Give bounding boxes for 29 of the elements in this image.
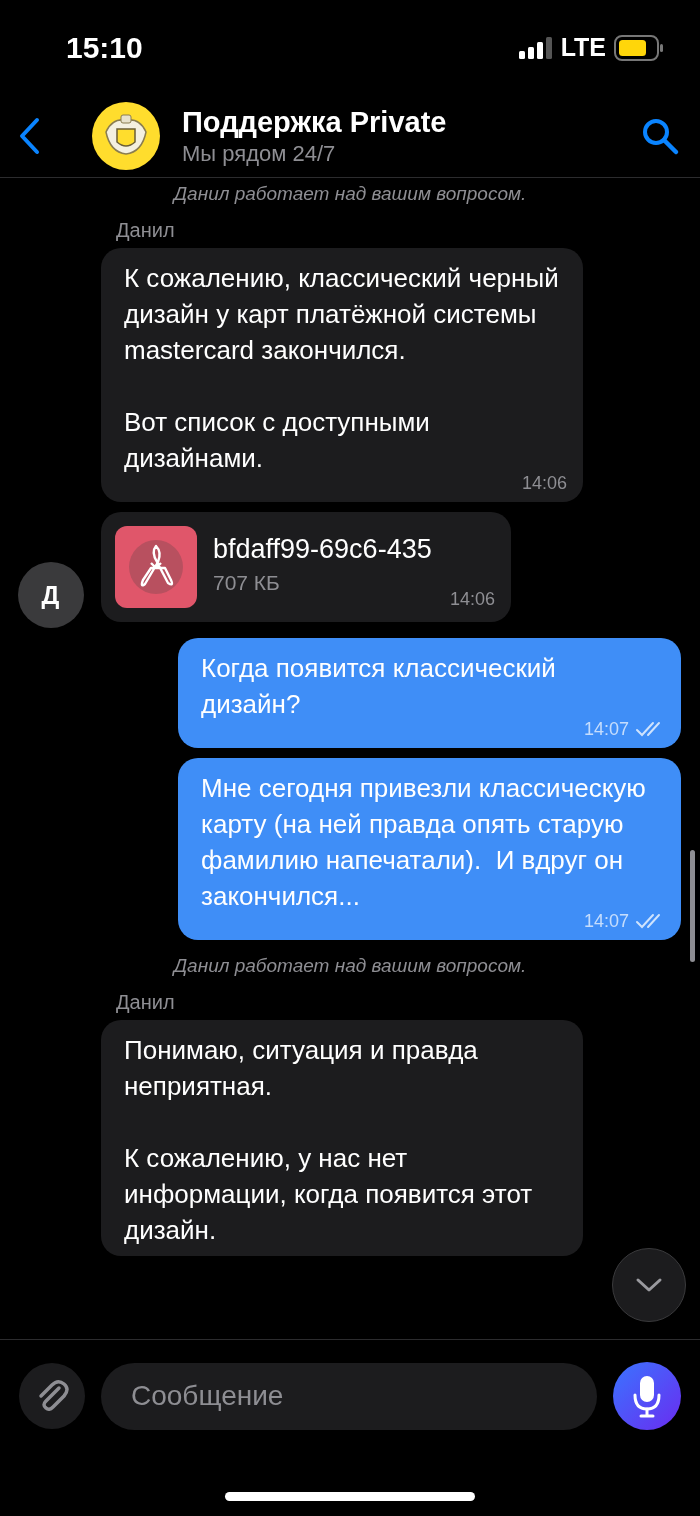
sender-name: Данил xyxy=(116,990,176,1014)
message-input[interactable]: Сообщение xyxy=(101,1362,597,1430)
system-notice: Данил работает над вашим вопросом. xyxy=(173,182,527,206)
microphone-icon xyxy=(632,1374,662,1418)
status-time: 15:10 xyxy=(66,30,143,65)
signal-icon xyxy=(518,36,553,59)
system-notice: Данил работает над вашим вопросом. xyxy=(173,954,527,978)
battery-icon xyxy=(614,34,664,61)
message-time: 14:06 xyxy=(521,472,567,494)
chevron-down-icon xyxy=(635,1277,663,1293)
message-text: Мне сегодня привезли классическую карту (на ней правда опять старую фамилию напечатали). И вдруг он закончился... xyxy=(201,772,647,913)
message-text: Понимаю, ситуация и правда неприятная. К сожалению, у нас нет информации, когда появится этот дизайн. xyxy=(124,1034,534,1247)
chat-title: Поддержка Private xyxy=(182,105,448,140)
shield-logo-icon xyxy=(92,102,160,170)
message-text: Когда появится классический дизайн? xyxy=(201,652,557,721)
network-type: LTE xyxy=(560,33,606,62)
message-text: К сожалению, классический черный дизайн у карт платёжной системы mastercard закончился. Вот список с доступными дизайнами. xyxy=(124,262,560,475)
message-time: 14:07 xyxy=(583,910,629,932)
sender-name: Данил xyxy=(116,218,176,242)
message-time: 14:06 xyxy=(449,589,495,610)
pdf-file-icon xyxy=(115,526,197,608)
file-message-bubble[interactable]: bfdaff99-69c6-435 707 КБ 14:06 xyxy=(101,512,511,622)
file-size: 707 КБ xyxy=(213,571,281,595)
search-icon[interactable] xyxy=(640,116,680,156)
file-name: bfdaff99-69c6-435 xyxy=(213,534,432,565)
message-time: 14:07 xyxy=(583,718,629,740)
sender-avatar: Д xyxy=(17,562,84,628)
chat-subtitle: Мы рядом 24/7 xyxy=(182,140,337,168)
back-icon[interactable] xyxy=(18,117,40,155)
